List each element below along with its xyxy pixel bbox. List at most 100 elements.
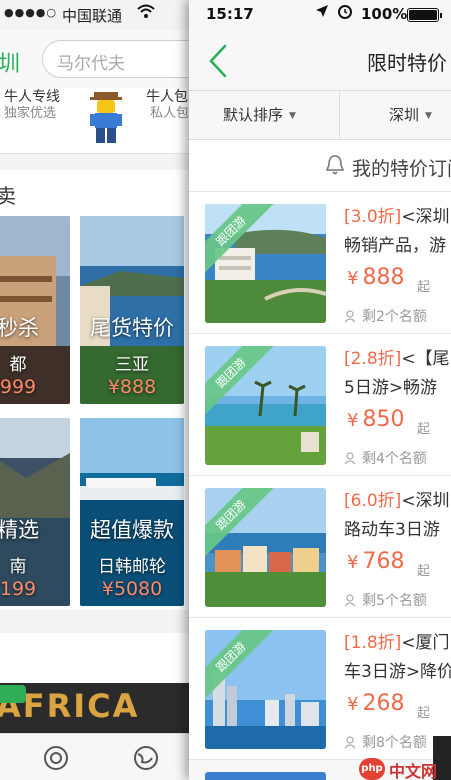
remaining-text: 剩8个名额 [362,735,427,751]
watermark-logo: php 中文网 [359,758,451,780]
tile-label: 超值爆款 [90,518,174,542]
wifi-icon [136,2,156,24]
price-value: 888 [362,265,405,290]
tile-label: 秒杀 [0,316,39,340]
remaining-slots: 剩4个名额 [344,448,427,468]
deal-subtitle: 畅销产品，游 [344,236,446,256]
filter-bar: 默认排序 ▼ 深圳 ▼ [189,90,451,140]
subscription-bar[interactable]: 我的特价订阅 [189,140,451,192]
background-page: ●●●●○ 中国联通 圳 马尔代夫 牛人专线 独家优选 牛人包 私人包 卖 秒杀… [0,0,200,780]
background-status-bar: ●●●●○ 中国联通 [0,0,200,30]
carrier-name: 中国联通 [62,7,123,25]
deal-thumbnail: 跟团游 [205,204,326,323]
subscription-label: 我的特价订阅 [352,158,451,180]
city-label: 深圳 [389,106,420,124]
person-icon [344,310,356,323]
remaining-slots: 剩2个名额 [344,306,427,326]
price-from-label: 起 [417,422,431,437]
discount-tag: [6.0折] [344,491,402,511]
deal-title: [3.0折]<深圳出发 [344,204,451,231]
watermark-badge: php [359,758,385,780]
discount-tag: [1.8折] [344,633,402,653]
price-from-label: 起 [417,280,431,295]
page-title: 限时特价 [367,51,447,75]
remaining-text: 剩5个名额 [362,593,427,609]
tile-subtitle: 三亚 [115,355,149,375]
price-from-label: 起 [417,564,431,579]
background-banner-section: AFRICA [0,633,200,733]
section-title: 卖 [0,184,16,208]
tile-subtitle: 都 [9,355,27,375]
battery-icon [407,8,442,22]
back-chevron-icon[interactable] [205,42,231,80]
deal-title-text: <【尾 [401,349,450,369]
deal-item[interactable]: 跟团游 [6.0折]<深圳出发 路动车3日游 ¥768 起 剩5个名额 [189,476,451,618]
city-dropdown[interactable]: 深圳 ▼ [389,91,432,139]
price-value: 768 [362,549,405,574]
deal-price: ¥768 [347,549,405,574]
bell-icon [325,155,345,175]
person-icon [344,736,356,749]
battery-percentage: 100% [361,5,408,23]
africa-banner[interactable]: AFRICA [0,683,200,733]
deal-title: [2.8折]<【尾 [344,346,451,373]
image-icon [0,685,26,703]
status-bar: 15:17 100% [189,0,451,30]
person-icon [344,594,356,607]
deal-tile[interactable]: 尾货特价 三亚 ¥888 [80,216,184,404]
background-tab-bar [0,733,200,780]
deal-subtitle: 车3日游>降价 [344,662,451,682]
deal-title-text: <厦门 [401,633,450,653]
tile-label: 尾货特价 [90,316,174,340]
price-from-label: 起 [417,706,431,721]
location-arrow-icon [315,4,329,22]
sort-dropdown[interactable]: 默认排序 ▼ [223,91,296,139]
remaining-text: 剩4个名额 [362,451,427,467]
tile-price: 199 [0,578,37,600]
sort-label: 默认排序 [223,106,284,124]
remaining-slots: 剩5个名额 [344,590,427,610]
price-value: 850 [362,407,405,432]
deal-item[interactable]: 跟团游 [2.8折]<【尾 5日游>畅游 ¥850 起 剩4个名额 [189,334,451,476]
deal-title: [1.8折]<厦门 [344,630,451,657]
deal-price: ¥850 [347,407,405,432]
signal-strength-icon: ●●●●○ [4,6,57,19]
filter-divider [339,91,340,139]
discover-icon[interactable] [42,744,70,772]
search-input[interactable]: 马尔代夫 [42,40,200,78]
deal-item[interactable]: 跟团游 [3.0折]<深圳出发 畅销产品，游 ¥888 起 剩2个名额 [189,192,451,334]
deal-thumbnail: 跟团游 [205,630,326,749]
globe-icon[interactable] [132,744,160,772]
tile-price: ¥888 [107,376,157,398]
caret-down-icon: ▼ [425,111,432,121]
tile-price: ¥5080 [101,578,163,600]
feature-left-subtitle: 独家优选 [4,106,57,121]
flash-deals-panel: 15:17 100% 限时特价 默认排序 ▼ 深圳 ▼ 我的特价订阅 跟团游 [189,0,451,780]
lego-figure-icon [90,92,122,143]
tile-subtitle: 日韩邮轮 [98,557,166,577]
deal-title: [6.0折]<深圳出发 [344,488,451,515]
deal-tile[interactable]: 超值爆款 日韩邮轮 ¥5080 [80,418,184,606]
tile-label: 精选 [0,518,39,542]
remaining-slots: 剩8个名额 [344,732,427,752]
watermark-text: 中文网 [389,762,438,780]
deal-tile[interactable]: 精选 南 199 [0,418,70,606]
person-icon [344,452,356,465]
status-time: 15:17 [206,5,254,23]
deal-subtitle: 路动车3日游 [344,520,440,540]
deal-item[interactable]: 跟团游 [1.8折]<厦门 车3日游>降价 ¥268 起 剩8个名额 [189,618,451,760]
price-value: 268 [362,691,405,716]
deal-tile[interactable]: 秒杀 都 999 [0,216,70,404]
deal-price: ¥888 [347,265,405,290]
tile-price: 999 [0,376,37,398]
tile-subtitle: 南 [9,557,27,577]
deal-thumbnail: 跟团游 [205,346,326,465]
city-selector[interactable]: 圳 [0,46,20,78]
deal-price: ¥268 [347,691,405,716]
deal-title-text: <深圳出发 [401,207,451,227]
feature-right-subtitle: 私人包 [150,106,190,121]
search-placeholder: 马尔代夫 [57,54,125,74]
deal-title-text: <深圳出发 [401,491,451,511]
next-item-thumbnail [205,772,326,780]
discount-tag: [2.8折] [344,349,402,369]
